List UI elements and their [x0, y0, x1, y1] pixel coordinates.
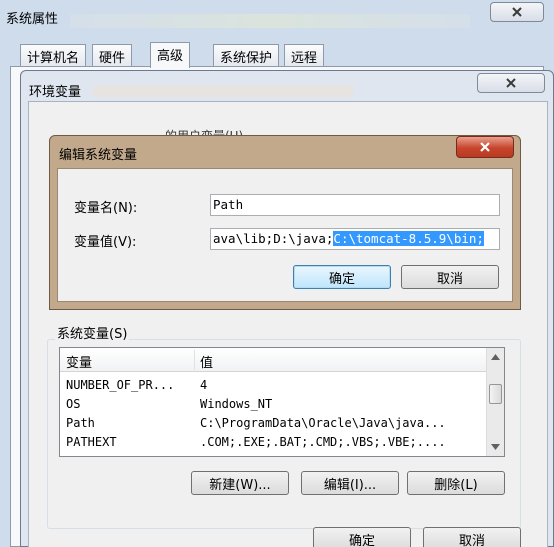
title-faded-text	[70, 14, 470, 28]
tab-advanced[interactable]: 高级	[150, 42, 191, 68]
row-name: NUMBER_OF_PR...	[66, 378, 175, 392]
column-header-name[interactable]: 变量	[66, 352, 92, 371]
close-icon	[512, 7, 522, 17]
env-cancel-button[interactable]: 取消	[423, 527, 521, 547]
dialog-close-button[interactable]	[456, 136, 514, 158]
variable-value-field[interactable]: ava\lib;D:\java;C:\tomcat-8.5.9\bin;	[210, 228, 500, 250]
row-name: Path	[66, 416, 95, 430]
close-button[interactable]	[490, 2, 544, 22]
scroll-up-arrow-icon[interactable]	[487, 348, 504, 365]
ok-button[interactable]: 确定	[293, 265, 391, 289]
env-close-button[interactable]	[477, 73, 545, 93]
tab-hardware[interactable]: 硬件	[92, 44, 133, 66]
system-variables-label: 系统变量(S)	[55, 323, 130, 342]
table-row[interactable]: OS Windows_NT	[60, 397, 486, 415]
close-icon	[506, 78, 516, 88]
system-variables-table[interactable]: 变量 值 NUMBER_OF_PR... 4 OS Windows_NT Pat…	[59, 347, 505, 457]
row-value: C:\ProgramData\Oracle\Java\java...	[200, 416, 446, 430]
vertical-scrollbar[interactable]	[486, 348, 504, 456]
row-value: .COM;.EXE;.BAT;.CMD;.VBS;.VBE;....	[200, 435, 446, 449]
env-title-faded-text	[93, 85, 353, 97]
table-row[interactable]: PATHEXT .COM;.EXE;.BAT;.CMD;.VBS;.VBE;..…	[60, 435, 486, 453]
window-title: 系统属性	[6, 12, 59, 27]
tab-remote[interactable]: 远程	[284, 44, 325, 66]
cancel-button[interactable]: 取消	[401, 265, 499, 289]
env-ok-button[interactable]: 确定	[313, 527, 411, 547]
tab-system-protection[interactable]: 系统保护	[213, 44, 280, 66]
close-icon	[480, 142, 490, 152]
row-name: OS	[66, 397, 81, 411]
value-text: ava\lib;D:\java;	[213, 231, 334, 246]
dialog-client-area: 变量名(N): Path 变量值(V): ava\lib;D:\java;C:\…	[57, 168, 513, 302]
variable-value-label: 变量值(V):	[74, 235, 137, 250]
table-header	[60, 348, 486, 372]
table-row[interactable]: Path C:\ProgramData\Oracle\Java\java...	[60, 416, 486, 434]
tab-computer-name[interactable]: 计算机名	[20, 44, 87, 66]
scroll-down-arrow-icon[interactable]	[487, 438, 504, 455]
row-name: PATHEXT	[66, 435, 117, 449]
edit-button[interactable]: 编辑(I)...	[301, 471, 399, 495]
scroll-thumb[interactable]	[489, 384, 502, 404]
dialog-title: 编辑系统变量	[59, 148, 138, 163]
variable-name-field[interactable]: Path	[210, 194, 500, 216]
value-selected-text: C:\tomcat-8.5.9\bin;	[333, 231, 484, 246]
column-header-value[interactable]: 值	[200, 352, 213, 371]
delete-button[interactable]: 删除(L)	[407, 471, 505, 495]
env-window-title: 环境变量	[29, 85, 82, 100]
row-value: Windows_NT	[200, 397, 273, 411]
variable-name-label: 变量名(N):	[74, 201, 138, 216]
row-value: 4	[200, 378, 208, 392]
edit-system-variable-dialog: 编辑系统变量 变量名(N): Path 变量值(V): ava\lib;D:\j…	[49, 135, 521, 310]
new-button[interactable]: 新建(W)...	[191, 471, 289, 495]
table-row[interactable]: NUMBER_OF_PR... 4	[60, 378, 486, 396]
